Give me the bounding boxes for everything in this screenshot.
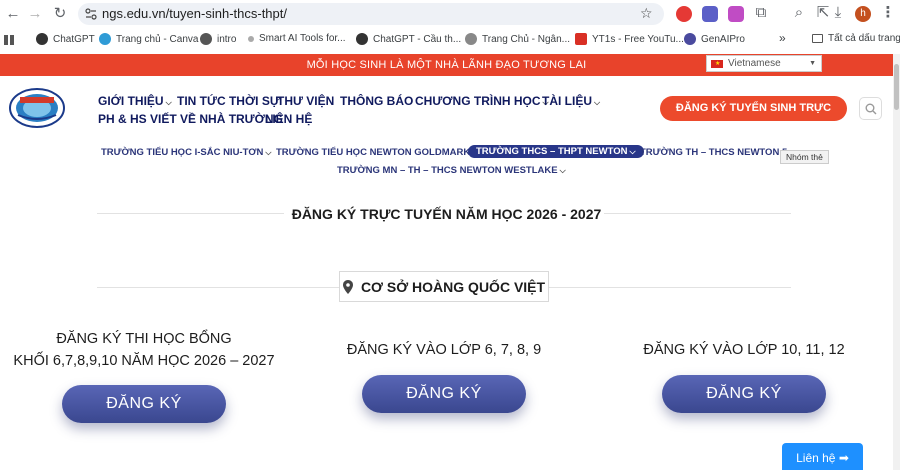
subnav-newton-westlake[interactable]: TRƯỜNG MN – TH – THCS NEWTON WESTLAKE ⌵ <box>337 165 566 176</box>
profile-avatar[interactable]: h <box>855 6 871 22</box>
menu-chuong-trinh-hoc[interactable]: CHƯƠNG TRÌNH HỌC ⌵ <box>415 94 549 108</box>
menu-ph-hs[interactable]: PH & HS VIẾT VỀ NHÀ TRƯỜNG <box>98 112 283 126</box>
vietnam-flag-icon: ★ <box>711 59 723 68</box>
menu-gioi-thieu[interactable]: GIỚI THIỆU ⌵ <box>98 94 172 108</box>
url-text: ngs.edu.vn/tuyen-sinh-thcs-thpt/ <box>102 6 287 21</box>
register-online-button[interactable]: ĐĂNG KÝ TUYỂN SINH TRỰC TUYẾN <box>660 96 847 139</box>
canva-icon <box>99 33 111 45</box>
search-button[interactable] <box>859 97 882 120</box>
scrollbar-thumb[interactable] <box>894 64 899 110</box>
browser-toolbar: ← → ↻ ngs.edu.vn/tuyen-sinh-thcs-thpt/ ☆… <box>0 0 900 28</box>
search-icon <box>865 103 877 115</box>
subnav-thcs-thpt-newton[interactable]: TRƯỜNG THCS – THPT NEWTON ⌵ <box>468 145 644 158</box>
extension-purple-icon[interactable] <box>702 6 718 22</box>
chevron-down-icon: ▼ <box>809 60 816 67</box>
scrollbar[interactable] <box>893 54 900 470</box>
tooltip: Nhóm thẻ <box>780 150 829 164</box>
register-grade-10-12-button[interactable]: ĐĂNG KÝ <box>662 375 826 413</box>
extension-red-icon[interactable] <box>676 6 692 22</box>
subnav-newton-goldmark[interactable]: TRƯỜNG TIỂU HỌC NEWTON GOLDMARK⌵ <box>276 147 478 158</box>
chevron-down-icon: ⌵ <box>559 166 566 175</box>
chatgpt-icon <box>36 33 48 45</box>
register-scholarship-button[interactable]: ĐĂNG KÝ <box>62 385 226 423</box>
dot-icon <box>248 35 254 42</box>
bookmark-genaipro[interactable]: GenAIPro <box>684 33 745 45</box>
extension-download-icon[interactable] <box>728 6 744 22</box>
chevron-down-icon: ⌵ <box>594 98 601 107</box>
tab-search-icon[interactable]: ⌕ <box>790 4 808 22</box>
bookmark-yt1s[interactable]: YT1s - Free YouTu... <box>575 33 684 45</box>
globe-icon <box>465 33 477 45</box>
chevron-down-icon: ⌵ <box>629 147 636 156</box>
menu-tai-lieu[interactable]: TÀI LIỆU ⌵ <box>542 94 600 108</box>
bookmark-intro[interactable]: intro <box>200 33 236 45</box>
extensions-puzzle-icon[interactable]: ⧉ <box>752 4 770 22</box>
chrome-menu-icon[interactable]: ⋮ <box>879 4 897 22</box>
school-logo[interactable] <box>8 87 66 129</box>
column-scholarship-title: ĐĂNG KÝ THI HỌC BỔNG KHỐI 6,7,8,9,10 NĂM… <box>13 331 275 369</box>
genaipro-icon <box>684 33 696 45</box>
language-select[interactable]: ★ Vietnamese ▼ <box>706 55 822 72</box>
address-bar[interactable]: ngs.edu.vn/tuyen-sinh-thcs-thpt/ ☆ <box>78 3 664 25</box>
menu-thong-bao[interactable]: THÔNG BÁO <box>340 94 413 108</box>
subnav-newton-5[interactable]: TRƯỜNG TH – THCS NEWTON 5 <box>640 147 787 158</box>
back-icon[interactable]: ← <box>4 5 22 23</box>
divider <box>549 287 791 288</box>
chevron-down-icon: ⌵ <box>165 98 172 107</box>
chevron-down-icon: ⌵ <box>265 148 272 157</box>
divider <box>97 287 339 288</box>
menu-tin-tuc[interactable]: TIN TỨC THỜI SỰ <box>177 94 280 108</box>
bookmarks-bar: ChatGPT Trang chủ - Canva intro Smart AI… <box>0 28 900 52</box>
register-grade-6-9-button[interactable]: ĐĂNG KÝ <box>362 375 526 413</box>
folder-icon <box>812 34 823 43</box>
bookmark-canva[interactable]: Trang chủ - Canva <box>99 33 198 45</box>
bookmark-ngan[interactable]: Trang Chủ - Ngân... <box>465 33 570 45</box>
column-grade-6-9-title: ĐĂNG KÝ VÀO LỚP 6, 7, 8, 9 <box>346 342 542 358</box>
bookmark-chatgpt[interactable]: ChatGPT <box>36 33 95 45</box>
bookmark-chatgpt-2[interactable]: ChatGPT - Cầu th... <box>356 33 461 45</box>
all-bookmarks[interactable]: Tất cả dấu trang <box>812 33 900 44</box>
apps-grid-icon[interactable] <box>4 35 14 45</box>
page-title: ĐĂNG KÝ TRỰC TUYẾN NĂM HỌC 2026 - 2027 <box>291 206 602 222</box>
downloads-icon[interactable]: ⤓ <box>829 4 847 22</box>
menu-thu-vien[interactable]: THƯ VIỆN <box>277 94 334 108</box>
bookmark-smart-ai[interactable]: Smart AI Tools for... <box>248 33 346 44</box>
bookmarks-overflow[interactable]: » <box>779 31 786 45</box>
forward-icon[interactable]: → <box>26 5 44 23</box>
campus-heading: CƠ SỞ HOÀNG QUỐC VIỆT <box>339 271 549 302</box>
bookmark-star-icon[interactable]: ☆ <box>640 5 653 22</box>
column-grade-10-12-title: ĐĂNG KÝ VÀO LỚP 10, 11, 12 <box>643 342 845 358</box>
subnav-isac-niuton[interactable]: TRƯỜNG TIỂU HỌC I-SẮC NIU-TƠN ⌵ <box>101 147 271 158</box>
reload-icon[interactable]: ↻ <box>51 5 69 23</box>
yt1s-icon <box>575 33 587 45</box>
menu-lien-he[interactable]: LIÊN HỆ <box>265 112 312 126</box>
chatgpt-icon <box>356 33 368 45</box>
github-icon <box>200 33 212 45</box>
contact-button[interactable]: Liên hệ ➡ <box>782 443 863 470</box>
site-info-icon[interactable] <box>85 8 97 20</box>
location-pin-icon <box>342 279 353 294</box>
